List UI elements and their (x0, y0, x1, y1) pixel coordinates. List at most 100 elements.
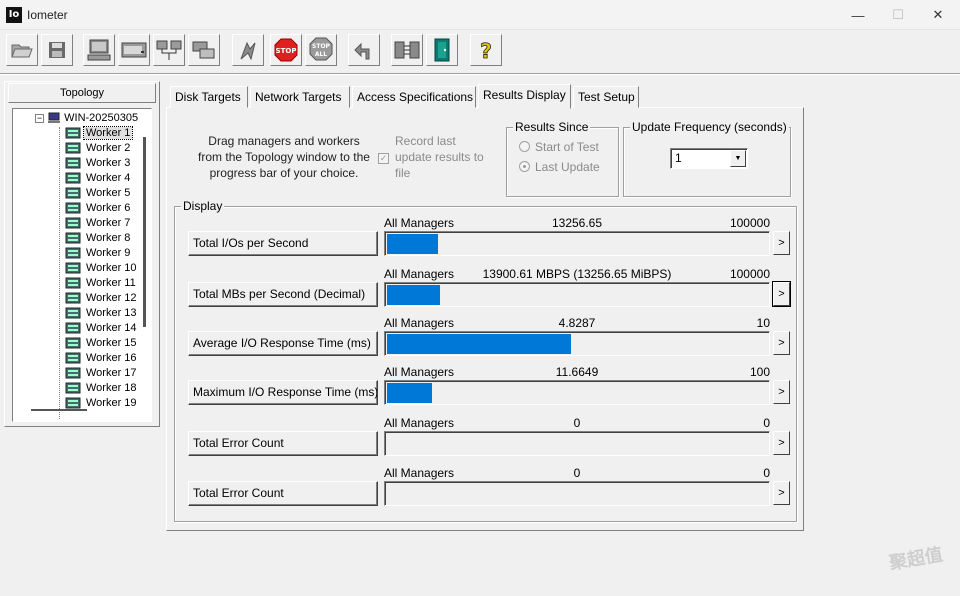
close-button[interactable]: ✕ (918, 0, 958, 30)
metric-select-button[interactable]: Total I/Os per Second (188, 231, 378, 256)
metric-detail-button[interactable]: > (773, 380, 790, 404)
duplicate-worker-button[interactable] (188, 34, 220, 66)
metric-select-button[interactable]: Maximum I/O Response Time (ms) (188, 380, 378, 405)
start-tests-button[interactable] (232, 34, 264, 66)
worker-label: Worker 10 (86, 262, 137, 274)
start-new-network-worker-button[interactable] (153, 34, 185, 66)
tree-worker-item[interactable]: Worker 9 (65, 246, 132, 261)
worker-icon (65, 142, 81, 154)
tree-worker-item[interactable]: Worker 18 (65, 381, 139, 396)
minimize-button[interactable]: — (838, 0, 878, 30)
worker-icon (65, 202, 81, 214)
metric-select-button[interactable]: Total Error Count (188, 481, 378, 506)
collapse-expander-icon[interactable]: − (35, 113, 44, 123)
exit-door-icon (434, 38, 450, 62)
tree-worker-item[interactable]: Worker 6 (65, 201, 132, 216)
reset-arrow-icon (354, 42, 370, 60)
worker-icon (65, 157, 81, 169)
stop-all-icon: STOPALL (309, 37, 333, 61)
save-config-button[interactable] (41, 34, 73, 66)
toolbar-separator (0, 73, 960, 75)
worker-label: Worker 15 (86, 337, 137, 349)
metric-max: 100000 (729, 267, 770, 281)
metric-value: 0 (573, 466, 581, 480)
metric-header: All Managers 11.6649 100 (384, 365, 770, 379)
chevron-down-icon[interactable]: ▼ (730, 150, 746, 167)
exit-button[interactable] (426, 34, 458, 66)
tab-network-targets[interactable]: Network Targets (250, 86, 350, 108)
metric-detail-button[interactable]: > (773, 431, 790, 455)
duplicate-icon (192, 41, 215, 59)
metric-max: 100 (749, 365, 770, 379)
worker-icon (65, 172, 81, 184)
tree-worker-item[interactable]: Worker 3 (65, 156, 132, 171)
window-title: Iometer (27, 8, 68, 22)
metric-detail-button[interactable]: > (773, 481, 790, 505)
tree-worker-item[interactable]: Worker 13 (65, 306, 139, 321)
radio-last-update[interactable]: Last Update (519, 160, 600, 174)
worker-icon (65, 322, 81, 334)
tree-worker-item[interactable]: Worker 7 (65, 216, 132, 231)
worker-label: Worker 19 (86, 397, 137, 409)
tree-worker-item[interactable]: Worker 1 (65, 126, 134, 141)
stop-button[interactable]: STOP (270, 34, 302, 66)
about-button[interactable]: ? (470, 34, 502, 66)
metric-detail-button[interactable]: > (772, 281, 791, 307)
tree-worker-item[interactable]: Worker 14 (65, 321, 139, 336)
tree-worker-item[interactable]: Worker 2 (65, 141, 132, 156)
tree-root-manager[interactable]: − WIN-20250305 (35, 111, 138, 126)
tree-worker-item[interactable]: Worker 19 (65, 396, 139, 411)
worker-label: Worker 1 (82, 126, 134, 140)
worker-icon (65, 262, 81, 274)
tree-worker-item[interactable]: Worker 4 (65, 171, 132, 186)
worker-label: Worker 11 (86, 277, 136, 289)
worker-icon (65, 277, 81, 289)
maximize-button[interactable]: ☐ (878, 0, 918, 30)
metric-detail-button[interactable]: > (773, 331, 790, 355)
start-new-disk-worker-button[interactable] (118, 34, 150, 66)
metric-select-button[interactable]: Total MBs per Second (Decimal) (188, 282, 378, 307)
tab-disk-targets[interactable]: Disk Targets (170, 86, 248, 108)
metric-detail-button[interactable]: > (773, 231, 790, 255)
worker-icon (65, 127, 81, 139)
stop-all-button[interactable]: STOP ALL (305, 34, 337, 66)
metric-header: All Managers 0 0 (384, 416, 770, 430)
tree-worker-item[interactable]: Worker 16 (65, 351, 139, 366)
tree-worker-item[interactable]: Worker 15 (65, 336, 139, 351)
radio-label: Last Update (535, 160, 600, 174)
tree-worker-item[interactable]: Worker 12 (65, 291, 139, 306)
tree-worker-item[interactable]: Worker 8 (65, 231, 132, 246)
tab-test-setup[interactable]: Test Setup (573, 86, 639, 108)
metric-select-button[interactable]: Average I/O Response Time (ms) (188, 331, 378, 356)
reset-workers-button[interactable] (348, 34, 380, 66)
metric-progress-bar[interactable] (384, 231, 770, 256)
title-bar: Io Iometer — ☐ ✕ (0, 0, 960, 30)
worker-label: Worker 13 (86, 307, 137, 319)
disconnect-button[interactable] (391, 34, 423, 66)
topology-tree[interactable]: − WIN-20250305 Worker 1 Worker 2 Worker 3 W… (12, 108, 152, 422)
toolbar: STOP STOP ALL ? (0, 31, 960, 73)
metric-progress-bar[interactable] (384, 431, 770, 456)
metric-select-button[interactable]: Total Error Count (188, 431, 378, 456)
checkbox-mark-icon[interactable]: ✓ (378, 153, 389, 164)
update-frequency-select[interactable]: 1 ▼ (670, 148, 748, 169)
tree-worker-item[interactable]: Worker 10 (65, 261, 139, 276)
worker-label: Worker 18 (86, 382, 137, 394)
worker-label: Worker 4 (86, 172, 131, 184)
topology-title: Topology (8, 83, 156, 103)
tree-worker-item[interactable]: Worker 11 (65, 276, 138, 291)
radio-start-of-test[interactable]: Start of Test (519, 140, 599, 154)
tree-worker-item[interactable]: Worker 17 (65, 366, 139, 381)
metric-progress-bar[interactable] (384, 282, 770, 307)
open-config-button[interactable] (6, 34, 38, 66)
start-new-manager-button[interactable] (83, 34, 115, 66)
metric-progress-bar[interactable] (384, 331, 770, 356)
metric-progress-bar[interactable] (384, 380, 770, 405)
metric-progress-bar[interactable] (384, 481, 770, 506)
worker-icon (65, 217, 81, 229)
tab-results-display[interactable]: Results Display (478, 84, 571, 109)
tree-vertical-scrollbar[interactable] (143, 137, 146, 327)
worker-label: Worker 14 (86, 322, 137, 334)
tree-worker-item[interactable]: Worker 5 (65, 186, 132, 201)
tab-access-specifications[interactable]: Access Specifications (352, 86, 476, 108)
